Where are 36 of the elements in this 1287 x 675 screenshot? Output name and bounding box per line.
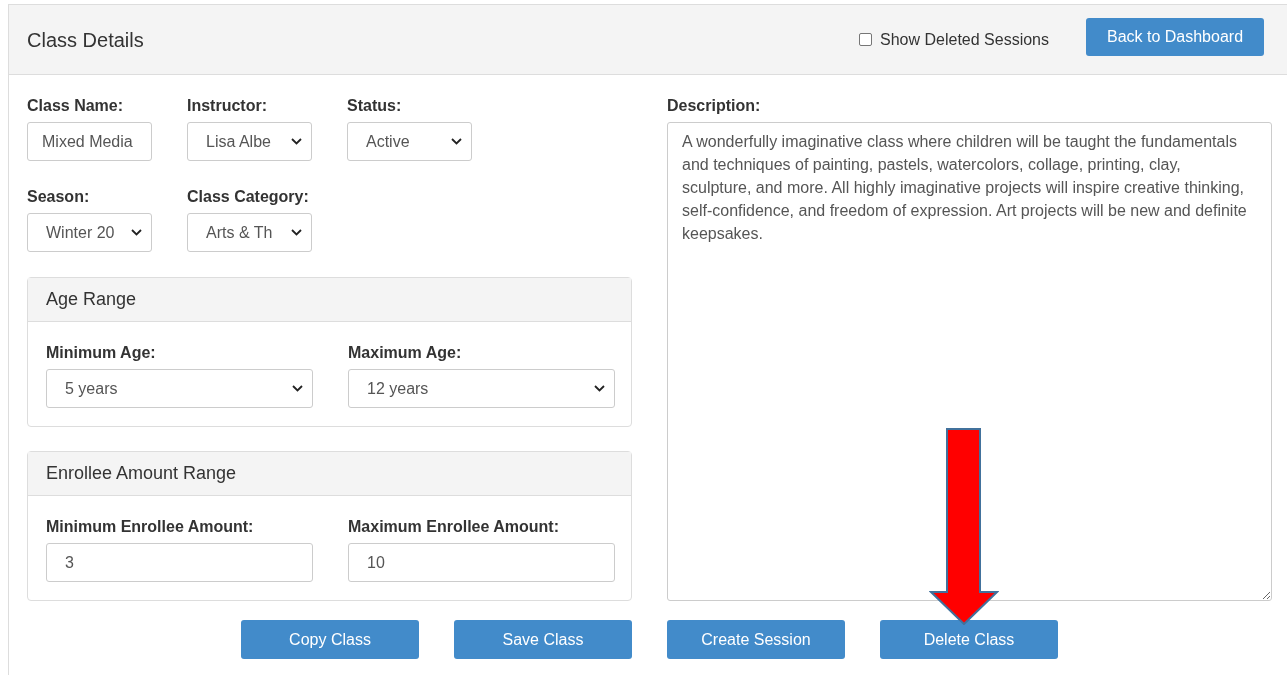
field-label: Status:	[347, 96, 403, 113]
page-title: Class Details	[27, 27, 145, 53]
field-label: Class Category:	[187, 187, 310, 204]
field-label: Maximum Enrollee Amount:	[348, 517, 560, 534]
dropdown[interactable]: Active	[347, 122, 472, 161]
panel-title: Age Range	[28, 278, 631, 322]
checkbox[interactable]	[859, 33, 872, 46]
checkbox-label[interactable]: Show Deleted Sessions	[880, 27, 1049, 52]
action-button[interactable]: Delete Class	[880, 620, 1058, 659]
field-label: Maximum Age:	[348, 343, 463, 360]
field-label: Season:	[27, 187, 91, 204]
dropdown[interactable]: Lisa Albe	[187, 122, 312, 161]
dropdown[interactable]: Arts & Th	[187, 213, 312, 252]
input-field[interactable]: 3	[46, 543, 313, 582]
input-field[interactable]: 10	[348, 543, 615, 582]
action-button[interactable]: Create Session	[667, 620, 845, 659]
field-label: Instructor:	[187, 96, 268, 113]
dropdown[interactable]: Winter 20	[27, 213, 152, 252]
dropdown[interactable]: 12 years	[348, 369, 615, 408]
chevron-down-icon	[292, 385, 303, 392]
back-button[interactable]: Back to Dashboard	[1086, 17, 1264, 56]
chevron-down-icon	[291, 229, 302, 236]
description-field[interactable]: A wonderfully imaginative class where children will be taught the fundamentals and techniques of painting, pastels, watercolors, collage, printing, clay, sculpture, and more. All highly imaginative projects will inspire creative thinking, self-confidence, and freedom of expression. Art projects will be new and definite keepsakes.	[667, 122, 1272, 601]
chevron-down-icon	[131, 229, 142, 236]
action-button[interactable]: Save Class	[454, 620, 632, 659]
action-button[interactable]: Copy Class	[241, 620, 419, 659]
field-label: Class Name:	[27, 96, 125, 113]
field-label: Minimum Enrollee Amount:	[46, 517, 255, 534]
chevron-down-icon	[594, 385, 605, 392]
chevron-down-icon	[291, 138, 302, 145]
field-label: Minimum Age:	[46, 343, 157, 360]
panel-title: Enrollee Amount Range	[28, 452, 631, 496]
chevron-down-icon	[451, 138, 462, 145]
dropdown[interactable]: 5 years	[46, 369, 313, 408]
field-label: Description:	[667, 96, 762, 113]
input-field[interactable]: Mixed Media	[27, 122, 152, 161]
